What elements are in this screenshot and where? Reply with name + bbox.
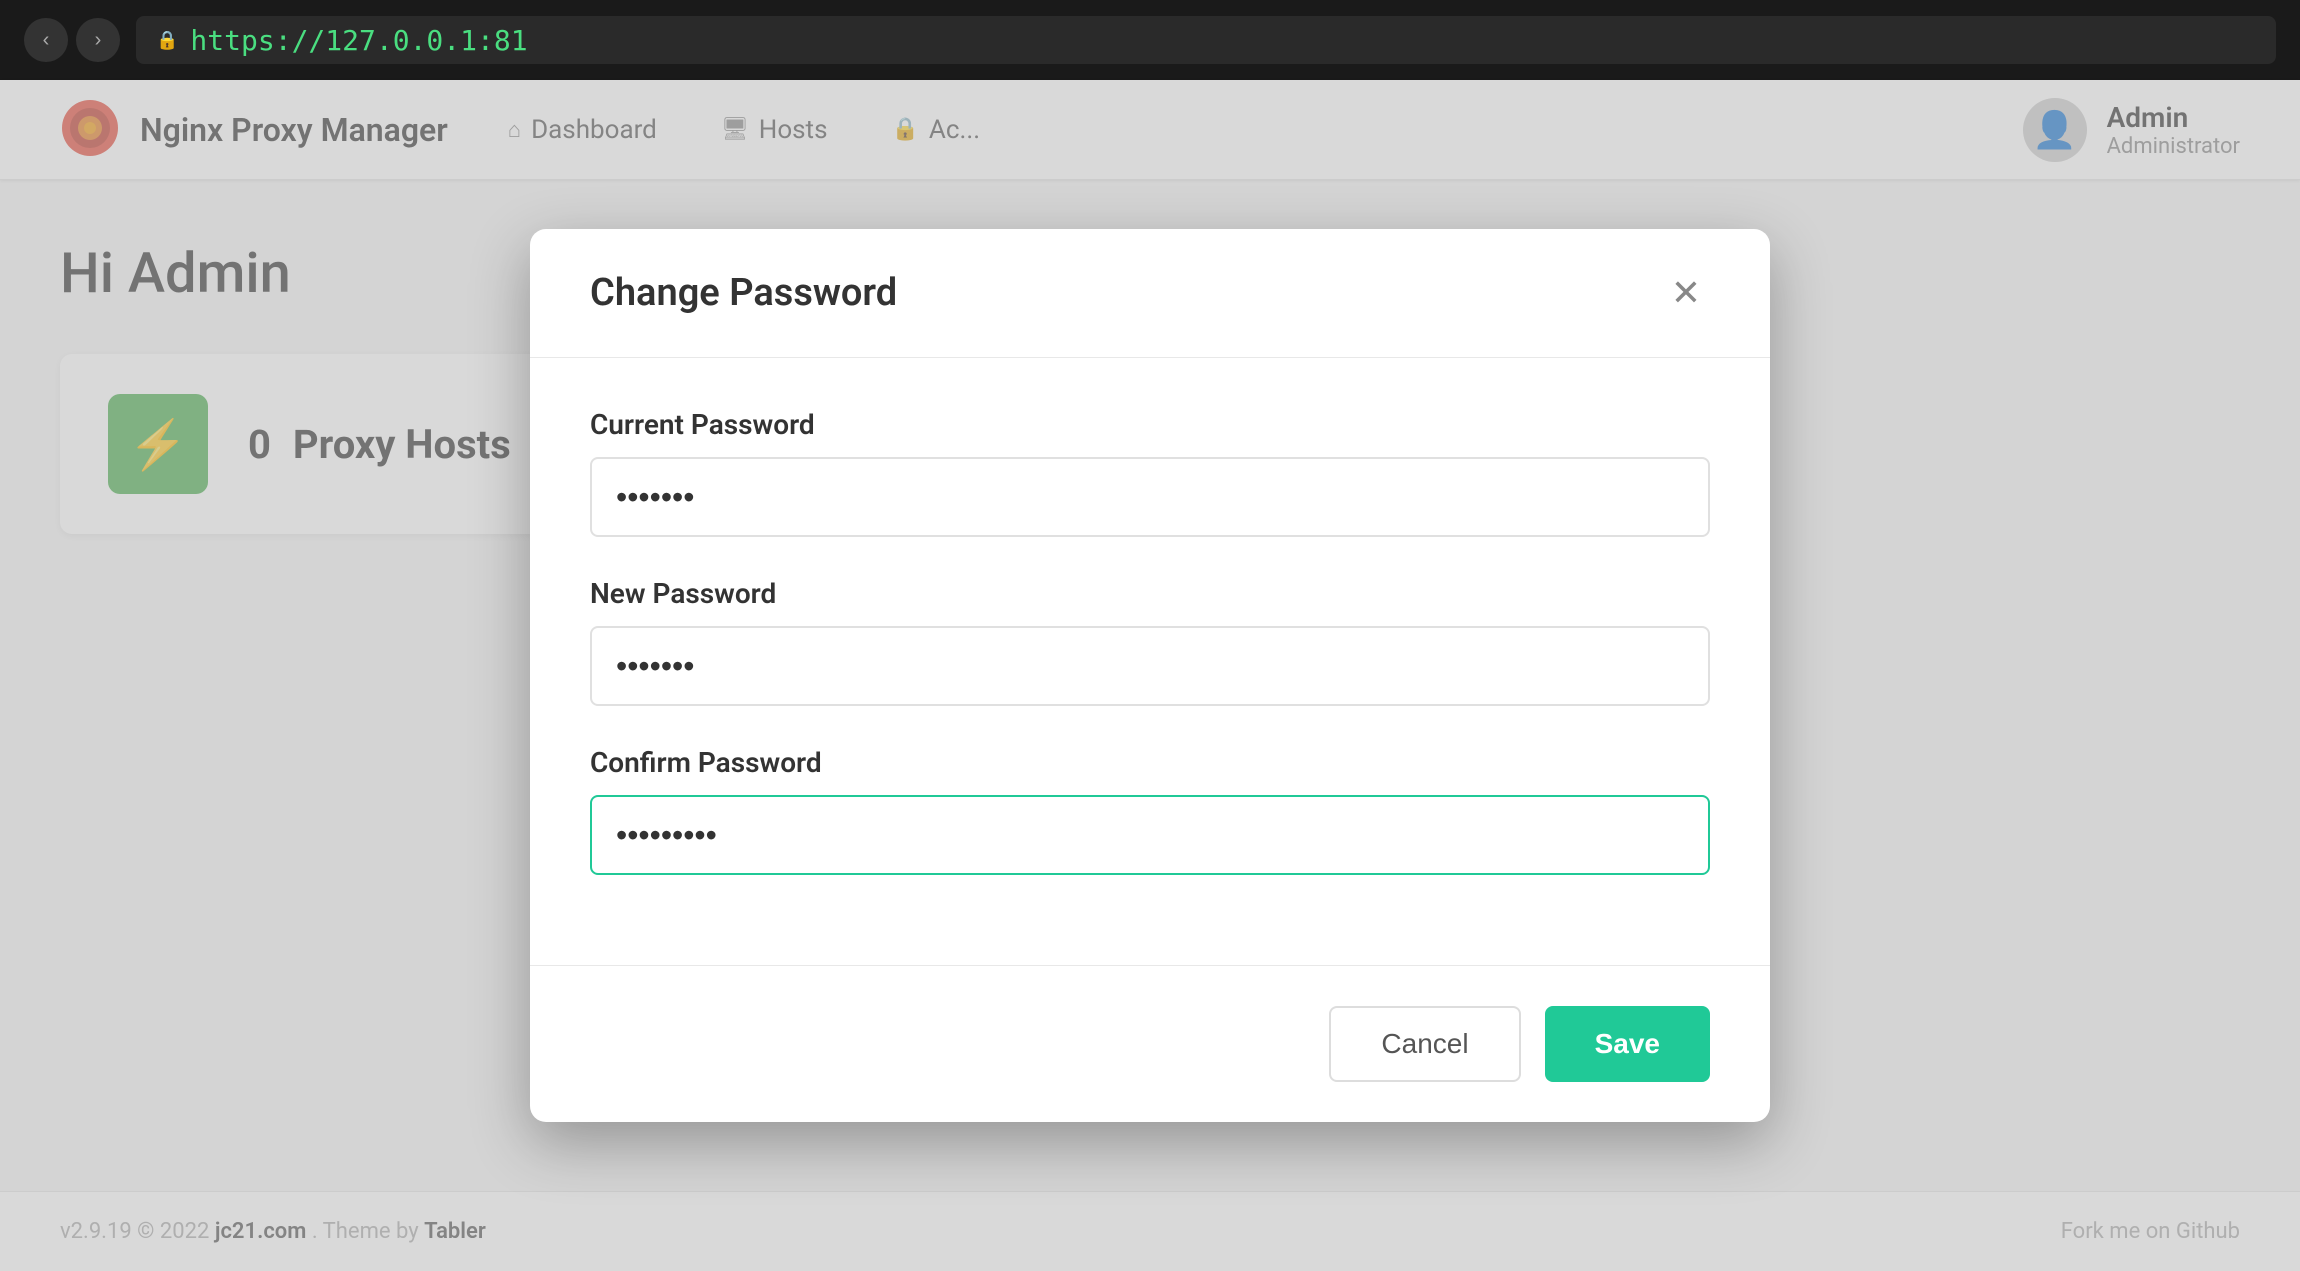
current-password-group: Current Password [590,408,1710,537]
save-button[interactable]: Save [1545,1006,1710,1082]
modal-close-button[interactable]: ✕ [1662,269,1710,317]
current-password-label: Current Password [590,408,1710,441]
cancel-button[interactable]: Cancel [1329,1006,1520,1082]
modal-overlay: Change Password ✕ Current Password New P… [0,80,2300,1271]
confirm-password-input[interactable] [590,795,1710,875]
confirm-password-group: Confirm Password [590,746,1710,875]
app-container: Nginx Proxy Manager ⌂ Dashboard 🖥 Hosts … [0,80,2300,1271]
modal-header: Change Password ✕ [530,229,1770,358]
modal-footer: Cancel Save [530,965,1770,1122]
new-password-label: New Password [590,577,1710,610]
url-text: https://127.0.0.1:81 [190,24,527,57]
new-password-input[interactable] [590,626,1710,706]
browser-navigation: ‹ › [24,18,120,62]
browser-chrome: ‹ › 🔒 https://127.0.0.1:81 [0,0,2300,80]
lock-icon: 🔒 [156,30,178,51]
modal-title: Change Password [590,271,897,315]
current-password-input[interactable] [590,457,1710,537]
confirm-password-label: Confirm Password [590,746,1710,779]
address-bar[interactable]: 🔒 https://127.0.0.1:81 [136,16,2276,64]
new-password-group: New Password [590,577,1710,706]
forward-button[interactable]: › [76,18,120,62]
change-password-modal: Change Password ✕ Current Password New P… [530,229,1770,1122]
back-button[interactable]: ‹ [24,18,68,62]
modal-body: Current Password New Password Confirm Pa… [530,358,1770,965]
